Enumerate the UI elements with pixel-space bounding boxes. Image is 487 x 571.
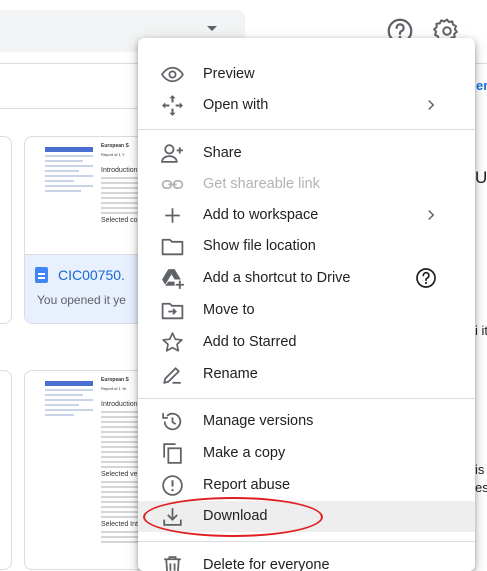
menu-item-label: Make a copy	[203, 445, 286, 461]
file-card-partial[interactable]	[0, 136, 12, 324]
file-name: CIC00750.	[58, 267, 125, 283]
menu-item-label: Preview	[203, 66, 255, 82]
menu-item-get-shareable-link[interactable]: Get shareable link	[138, 169, 475, 200]
menu-item-label: Report abuse	[203, 477, 291, 493]
edge-text: i it	[475, 323, 487, 338]
file-activity: You opened it ye	[37, 293, 126, 307]
menu-item-label: Open with	[203, 97, 269, 113]
menu-item-label: Add to workspace	[203, 207, 319, 223]
google-docs-icon	[35, 267, 48, 283]
copy-icon	[160, 441, 185, 466]
menu-item-label: Share	[203, 145, 242, 161]
menu-item-add-to-workspace[interactable]: Add to workspace	[138, 200, 475, 231]
search-options-caret-icon[interactable]	[207, 26, 217, 31]
menu-item-show-file-location[interactable]: Show file location	[138, 231, 475, 262]
menu-item-move-to[interactable]: Move to	[138, 295, 475, 326]
move-to-folder-icon	[160, 298, 185, 323]
menu-item-manage-versions[interactable]: Manage versions	[138, 406, 475, 437]
edge-text: UI	[475, 168, 487, 187]
menu-item-label: Manage versions	[203, 413, 314, 429]
section-divider	[0, 108, 140, 109]
menu-item-delete-for-everyone[interactable]: Delete for everyone	[138, 550, 475, 571]
person-add-icon	[160, 141, 185, 166]
star-icon	[160, 330, 185, 355]
menu-item-report-abuse[interactable]: Report abuse	[138, 470, 475, 501]
chevron-right-icon	[422, 96, 440, 114]
plus-icon	[160, 203, 185, 228]
drive-shortcut-icon	[160, 266, 185, 291]
menu-item-share[interactable]: Share	[138, 138, 475, 169]
menu-item-add-to-starred[interactable]: Add to Starred	[138, 327, 475, 358]
menu-item-label: Get shareable link	[203, 176, 320, 192]
trash-icon	[160, 553, 185, 571]
file-card-partial[interactable]	[0, 370, 12, 570]
chevron-right-icon	[422, 206, 440, 224]
download-icon	[160, 504, 185, 529]
folder-icon	[160, 234, 185, 259]
menu-separator	[138, 541, 475, 542]
menu-item-open-with[interactable]: Open with	[138, 90, 475, 121]
pencil-icon	[160, 362, 185, 387]
menu-separator	[138, 129, 475, 130]
menu-item-preview[interactable]: Preview	[138, 59, 475, 90]
menu-item-rename[interactable]: Rename	[138, 359, 475, 390]
menu-separator	[138, 398, 475, 399]
edge-text[interactable]: er	[476, 78, 487, 93]
eye-icon	[160, 62, 185, 87]
menu-item-label: Download	[203, 508, 268, 524]
menu-item-add-shortcut[interactable]: Add a shortcut to Drive	[138, 263, 475, 294]
link-icon	[160, 172, 185, 197]
edge-text: is	[475, 462, 485, 477]
history-icon	[160, 409, 185, 434]
menu-item-label: Show file location	[203, 238, 316, 254]
menu-item-label: Delete for everyone	[203, 557, 330, 571]
menu-item-label: Move to	[203, 302, 255, 318]
menu-item-make-a-copy[interactable]: Make a copy	[138, 438, 475, 469]
menu-item-download[interactable]: Download	[138, 501, 475, 532]
menu-item-label: Add a shortcut to Drive	[203, 270, 351, 286]
context-menu: Preview Open with Share Get shareable li…	[138, 38, 475, 571]
edge-text: ess	[475, 480, 487, 495]
move-arrows-icon	[160, 93, 185, 118]
menu-item-label: Rename	[203, 366, 258, 382]
menu-item-label: Add to Starred	[203, 334, 297, 350]
help-circle-icon[interactable]	[414, 266, 438, 290]
alert-circle-icon	[160, 473, 185, 498]
